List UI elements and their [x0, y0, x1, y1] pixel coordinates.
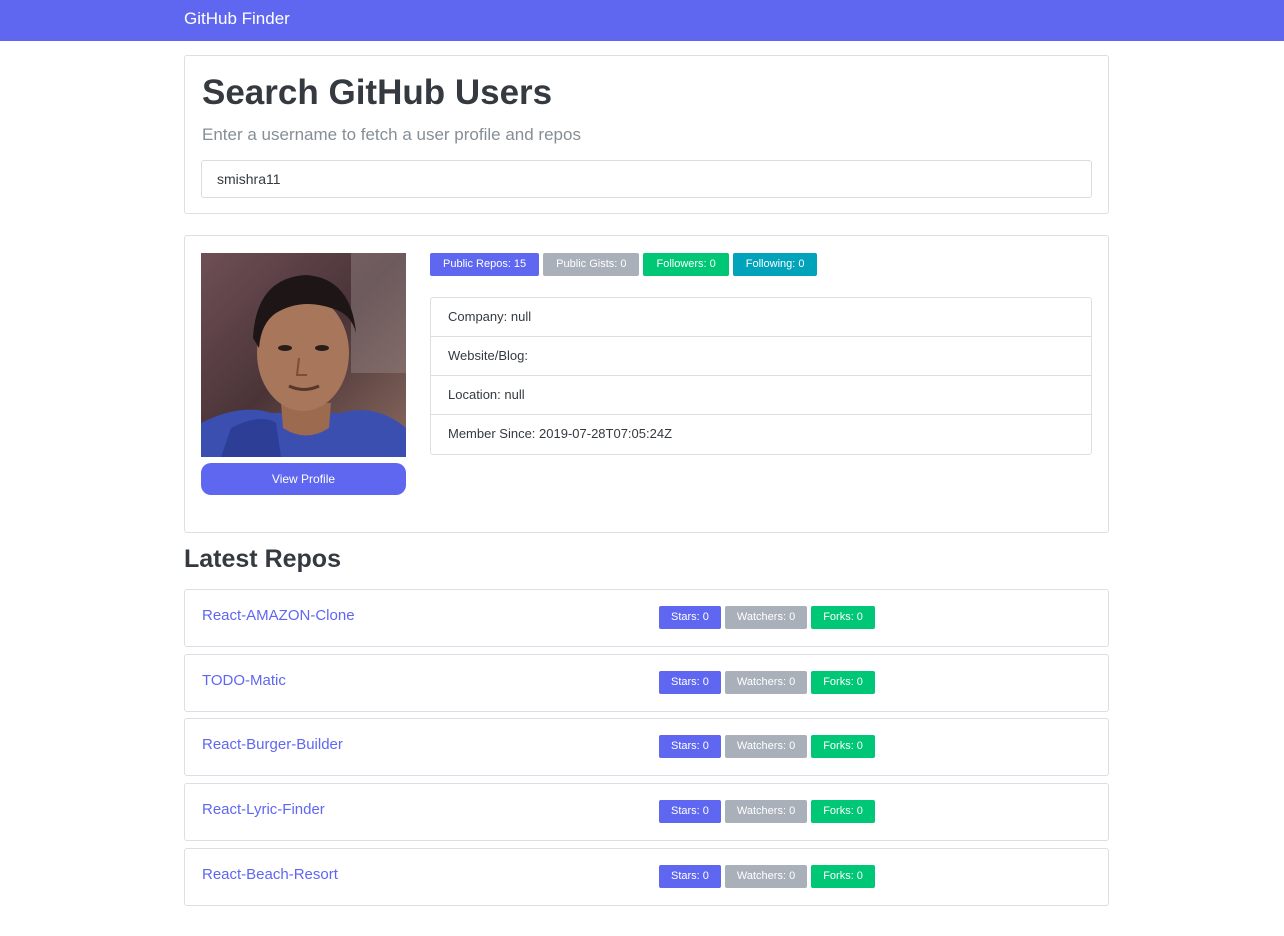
- stars-badge: Stars: 0: [659, 800, 721, 823]
- repo-badges: Stars: 0 Watchers: 0 Forks: 0: [659, 735, 875, 758]
- watchers-badge: Watchers: 0: [724, 735, 808, 758]
- repo-link[interactable]: React-Burger-Builder: [202, 736, 343, 753]
- repo-badges: Stars: 0 Watchers: 0 Forks: 0: [659, 865, 875, 888]
- search-card: Search GitHub Users Enter a username to …: [184, 55, 1109, 214]
- public-gists-badge: Public Gists: 0: [543, 253, 640, 276]
- stars-badge: Stars: 0: [659, 671, 721, 694]
- forks-badge: Forks: 0: [811, 735, 875, 758]
- forks-badge: Forks: 0: [811, 671, 875, 694]
- page-title: Search GitHub Users: [202, 73, 553, 112]
- repo-card: TODO-Matic Stars: 0 Watchers: 0 Forks: 0: [184, 654, 1109, 712]
- profile-card: View Profile Public Repos: 15 Public Gis…: [184, 235, 1109, 533]
- view-profile-button[interactable]: View Profile: [201, 463, 406, 495]
- watchers-badge: Watchers: 0: [724, 671, 808, 694]
- repos-title: Latest Repos: [184, 545, 341, 573]
- avatar: [201, 253, 406, 457]
- watchers-badge: Watchers: 0: [724, 606, 808, 629]
- repo-link[interactable]: React-Beach-Resort: [202, 866, 338, 883]
- forks-badge: Forks: 0: [811, 606, 875, 629]
- watchers-badge: Watchers: 0: [724, 800, 808, 823]
- repo-card: React-Beach-Resort Stars: 0 Watchers: 0 …: [184, 848, 1109, 906]
- followers-badge: Followers: 0: [643, 253, 729, 276]
- repo-card: React-Lyric-Finder Stars: 0 Watchers: 0 …: [184, 783, 1109, 841]
- repo-badges: Stars: 0 Watchers: 0 Forks: 0: [659, 671, 875, 694]
- repo-badges: Stars: 0 Watchers: 0 Forks: 0: [659, 800, 875, 823]
- repo-card: React-AMAZON-Clone Stars: 0 Watchers: 0 …: [184, 589, 1109, 647]
- repo-link[interactable]: React-AMAZON-Clone: [202, 607, 355, 624]
- repo-link[interactable]: React-Lyric-Finder: [202, 801, 325, 818]
- search-subtitle: Enter a username to fetch a user profile…: [202, 125, 581, 144]
- location-item: Location: null: [431, 376, 1091, 415]
- stats-badges: Public Repos: 15 Public Gists: 0 Followe…: [430, 253, 818, 276]
- repo-card: React-Burger-Builder Stars: 0 Watchers: …: [184, 718, 1109, 776]
- watchers-badge: Watchers: 0: [724, 865, 808, 888]
- profile-info-list: Company: null Website/Blog: Location: nu…: [430, 297, 1092, 455]
- website-item: Website/Blog:: [431, 337, 1091, 376]
- stars-badge: Stars: 0: [659, 865, 721, 888]
- repo-link[interactable]: TODO-Matic: [202, 672, 286, 689]
- search-input[interactable]: [201, 160, 1092, 198]
- company-item: Company: null: [431, 298, 1091, 337]
- navbar: GitHub Finder: [0, 0, 1284, 41]
- forks-badge: Forks: 0: [811, 865, 875, 888]
- repo-badges: Stars: 0 Watchers: 0 Forks: 0: [659, 606, 875, 629]
- forks-badge: Forks: 0: [811, 800, 875, 823]
- stars-badge: Stars: 0: [659, 735, 721, 758]
- brand-link[interactable]: GitHub Finder: [184, 9, 290, 29]
- following-badge: Following: 0: [732, 253, 818, 276]
- public-repos-badge: Public Repos: 15: [430, 253, 540, 276]
- member-since-item: Member Since: 2019-07-28T07:05:24Z: [448, 426, 673, 441]
- stars-badge: Stars: 0: [659, 606, 721, 629]
